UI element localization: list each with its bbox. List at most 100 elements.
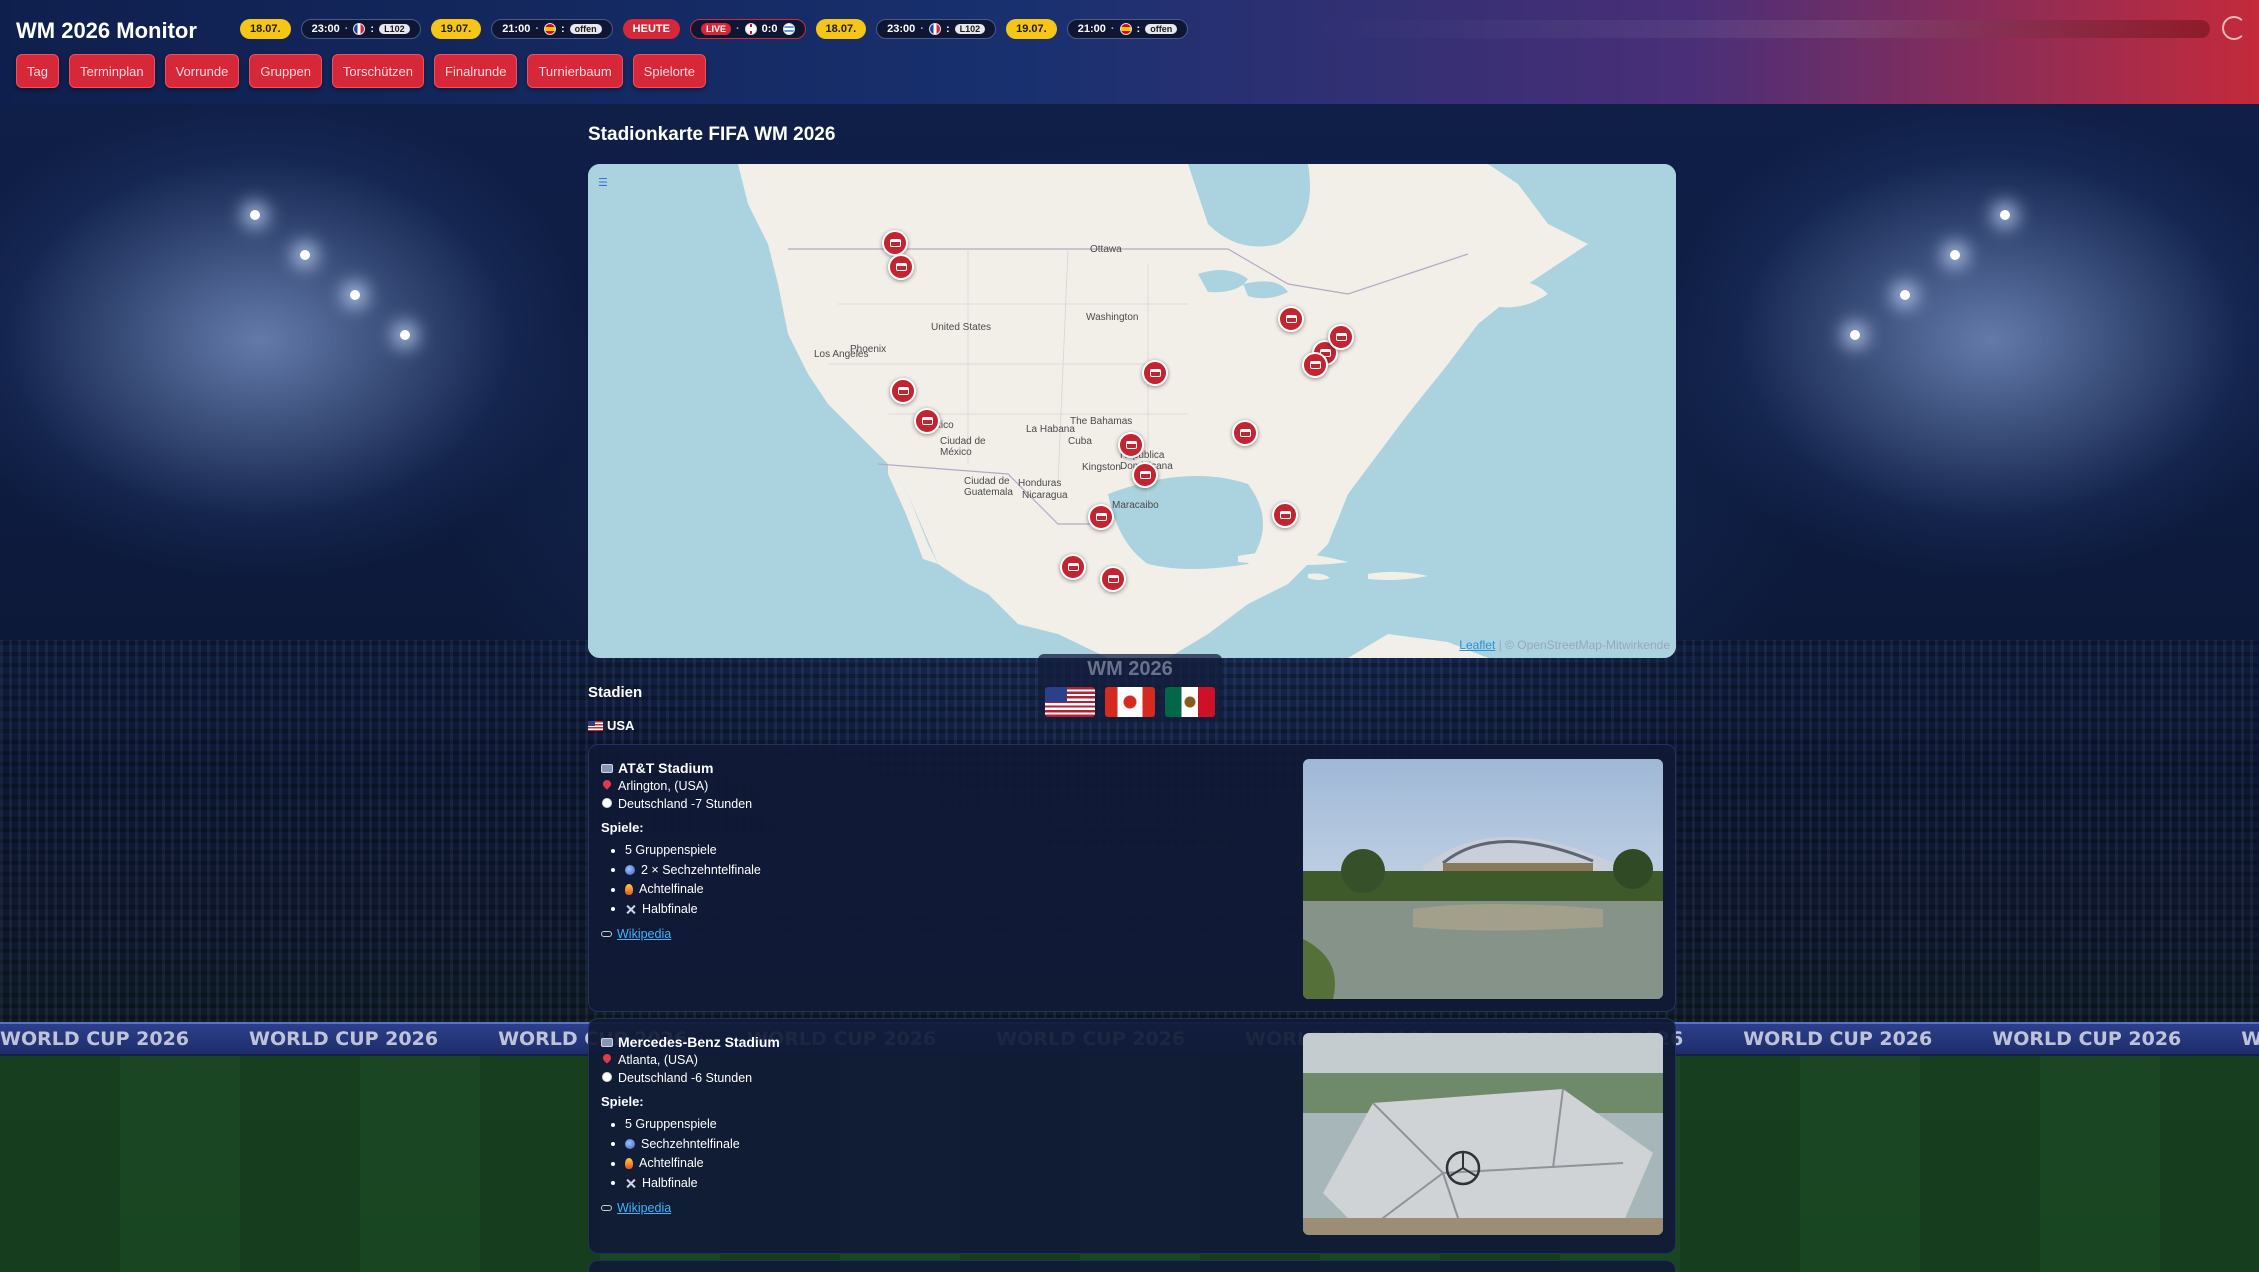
main-nav: Tag Terminplan Vorrunde Gruppen Torschüt… (16, 54, 706, 88)
map-label-kingston: Kingston (1082, 462, 1121, 473)
stadium-icon (601, 1037, 613, 1047)
nav-gruppen-button[interactable]: Gruppen (249, 54, 322, 88)
nav-torschuetzen-button[interactable]: Torschützen (331, 54, 425, 88)
map-label-ottawa: Ottawa (1090, 244, 1122, 255)
nav-turnierbaum-button[interactable]: Turnierbaum (527, 54, 623, 88)
list-item: Sechzehntelfinale (601, 1135, 780, 1155)
list-item: Halbfinale (601, 900, 761, 920)
top-bar: WM 2026 Monitor 18.07. 23:00 · : L102 19.… (0, 0, 2259, 104)
ticker-scroll-track (1300, 20, 2210, 38)
wm-2026-watermark: WM 2026 (1038, 654, 1222, 722)
games-list: 5 Gruppenspiele Sechzehntelfinale Achtel… (601, 1115, 780, 1193)
stadium-timezone: Deutschland -6 Stunden (618, 1071, 753, 1085)
pin-icon (601, 778, 613, 790)
nav-vorrunde-button[interactable]: Vorrunde (164, 54, 240, 88)
stadium-location: Arlington, (USA) (618, 779, 709, 793)
link-icon (601, 931, 612, 937)
ticker-match[interactable]: 23:00 · : L102 (876, 19, 997, 39)
list-item: Halbfinale (601, 1174, 780, 1194)
map-label-cuba: Cuba (1068, 436, 1092, 447)
stadium-marker[interactable] (1278, 306, 1304, 332)
flag-icon (782, 23, 795, 35)
stadium-card: Mercedes-Benz Stadium Atlanta, (USA) Deu… (588, 1018, 1676, 1254)
stadium-marker[interactable] (882, 230, 908, 256)
layers-control-icon[interactable]: ☰ (598, 176, 614, 189)
map-label-the-bahamas: The Bahamas (1070, 416, 1133, 427)
map-label-washington: Washington (1086, 312, 1139, 323)
map-label-ciudad-de-mexico: Ciudad de México (940, 436, 986, 458)
stadium-marker[interactable] (1118, 432, 1144, 458)
stadium-name: AT&T Stadium (618, 760, 714, 776)
fire-icon (625, 884, 633, 896)
match-ticker: 18.07. 23:00 · : L102 19.07. 21:00 · : off… (240, 17, 1189, 41)
nav-finalrunde-button[interactable]: Finalrunde (434, 54, 518, 88)
stadium-marker[interactable] (914, 408, 940, 434)
flag-icon (353, 23, 366, 35)
ball-icon (625, 865, 635, 876)
clock-icon (602, 1072, 612, 1082)
ticker-live-match[interactable]: LIVE · 0:0 (689, 19, 806, 39)
swords-icon (625, 1178, 636, 1189)
map-label-la-habana: La Habana (1026, 424, 1075, 435)
stadium-marker[interactable] (890, 378, 916, 404)
stadium-marker[interactable] (1302, 352, 1328, 378)
stadium-photo (1303, 1033, 1663, 1235)
stadium-card: AT&T Stadium Arlington, (USA) Deutschlan… (588, 744, 1676, 1012)
ticker-date: 19.07. (430, 19, 482, 39)
list-item: 5 Gruppenspiele (601, 1115, 780, 1135)
stadium-marker[interactable] (888, 254, 914, 280)
map-label-maracaibo: Maracaibo (1112, 500, 1159, 511)
stadium-marker[interactable] (1132, 462, 1158, 488)
stadium-timezone: Deutschland -7 Stunden (618, 797, 753, 811)
canada-flag-icon (1105, 687, 1155, 717)
usa-flag-icon (1045, 687, 1095, 717)
stadium-name: Mercedes-Benz Stadium (618, 1034, 780, 1050)
wikipedia-link[interactable]: Wikipedia (617, 1199, 671, 1217)
ticker-match[interactable]: 21:00 · : offen (1066, 19, 1189, 39)
stadium-icon (601, 763, 613, 773)
nav-terminplan-button[interactable]: Terminplan (68, 54, 155, 88)
map-label-united-states: United States (931, 322, 992, 333)
stadium-marker[interactable] (1100, 566, 1126, 592)
page-title: Stadionkarte FIFA WM 2026 (588, 124, 836, 145)
nav-spielorte-button[interactable]: Spielorte (632, 54, 706, 88)
ticker-match[interactable]: 23:00 · : L102 (300, 19, 421, 39)
pin-icon (601, 1052, 613, 1064)
list-item: 5 Gruppenspiele (601, 841, 761, 861)
map-label-los-angeles: Los Angeles (814, 349, 869, 360)
flag-icon (928, 23, 941, 35)
ticker-date: 19.07. (1006, 19, 1057, 39)
country-heading-usa: USA (588, 718, 634, 733)
leaflet-link[interactable]: Leaflet (1459, 638, 1495, 652)
ticker-match[interactable]: 21:00 · : offen (491, 19, 613, 39)
stadium-marker[interactable] (1088, 504, 1114, 530)
ticker-date: 18.07. (240, 19, 291, 39)
mexico-flag-icon (1165, 687, 1215, 717)
games-label: Spiele: (601, 820, 644, 835)
fire-icon (625, 1158, 633, 1170)
flag-icon (1119, 23, 1132, 35)
games-label: Spiele: (601, 1094, 644, 1109)
stadium-photo (1303, 759, 1663, 999)
stadium-map[interactable]: ☰ Ottawa United States Washington Phoeni… (588, 164, 1676, 658)
stadium-marker[interactable] (1060, 554, 1086, 580)
list-item: 2 × Sechzehntelfinale (601, 861, 761, 881)
nav-tag-button[interactable]: Tag (16, 54, 59, 88)
games-list: 5 Gruppenspiele 2 × Sechzehntelfinale Ac… (601, 841, 761, 919)
stadium-marker[interactable] (1328, 324, 1354, 350)
stadium-marker[interactable] (1142, 360, 1168, 386)
map-label-ciudad-de-guatemala: Ciudad de Guatemala (964, 476, 1013, 498)
map-label-honduras: Honduras (1018, 478, 1062, 489)
clock-icon (602, 798, 612, 808)
map-label-nicaragua: Nicaragua (1022, 490, 1068, 501)
stadium-marker[interactable] (1272, 502, 1298, 528)
stadium-location: Atlanta, (USA) (618, 1053, 698, 1067)
ball-icon (625, 1139, 635, 1150)
link-icon (601, 1205, 612, 1211)
ticker-date: 18.07. (815, 19, 867, 39)
stadium-marker[interactable] (1232, 420, 1258, 446)
map-basemap (588, 164, 1676, 658)
swords-icon (625, 904, 636, 915)
refresh-icon[interactable] (2222, 16, 2246, 40)
wikipedia-link[interactable]: Wikipedia (617, 925, 671, 943)
